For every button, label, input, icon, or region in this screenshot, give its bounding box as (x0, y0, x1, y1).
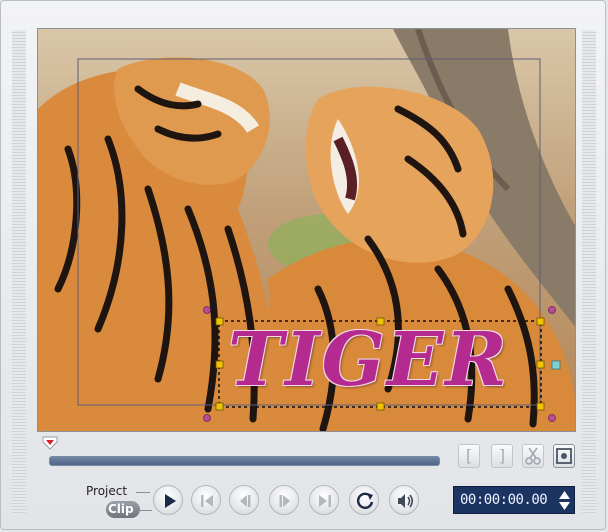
end-button[interactable] (309, 485, 339, 515)
scrub-marker-icon[interactable] (42, 436, 58, 450)
repeat-icon (356, 492, 374, 509)
volume-icon (398, 494, 414, 508)
home-icon (201, 495, 213, 507)
timecode-field[interactable]: 00:00:00.00 (453, 486, 575, 514)
timecode-value[interactable]: 00:00:00.00 (460, 492, 548, 508)
split-clip-button[interactable] (522, 444, 544, 468)
split-clip-icon (525, 447, 541, 465)
previous-frame-icon (240, 495, 251, 507)
timecode-up-icon[interactable] (558, 489, 571, 500)
mark-in-button[interactable]: [ (458, 444, 480, 468)
preview-viewport[interactable]: TIGER (37, 28, 576, 432)
enlarge-preview-button[interactable] (553, 444, 575, 468)
title-text-overlay[interactable]: TIGER (228, 318, 540, 402)
scrub-track[interactable] (49, 456, 440, 466)
mark-out-icon: ] (498, 446, 506, 465)
timecode-down-icon[interactable] (558, 501, 571, 512)
previous-frame-button[interactable] (229, 485, 259, 515)
clip-mode-badge[interactable]: Clip (106, 501, 140, 518)
right-grip (582, 30, 596, 514)
home-button[interactable] (191, 485, 221, 515)
mark-out-button[interactable]: ] (491, 444, 513, 468)
scrubber[interactable] (37, 436, 447, 468)
play-icon (165, 494, 176, 508)
enlarge-preview-icon (556, 448, 572, 464)
clip-mode-label: Clip (108, 502, 134, 516)
next-frame-button[interactable] (269, 485, 299, 515)
mark-in-icon: [ (465, 446, 473, 465)
end-icon (319, 495, 331, 507)
clip-mode-connector (140, 510, 152, 511)
left-grip (12, 30, 26, 514)
next-frame-icon (279, 495, 290, 507)
play-button[interactable] (153, 485, 183, 515)
project-mode-label[interactable]: Project (86, 484, 127, 498)
repeat-button[interactable] (349, 485, 379, 515)
project-mode-connector (136, 492, 150, 493)
volume-button[interactable] (389, 485, 419, 515)
